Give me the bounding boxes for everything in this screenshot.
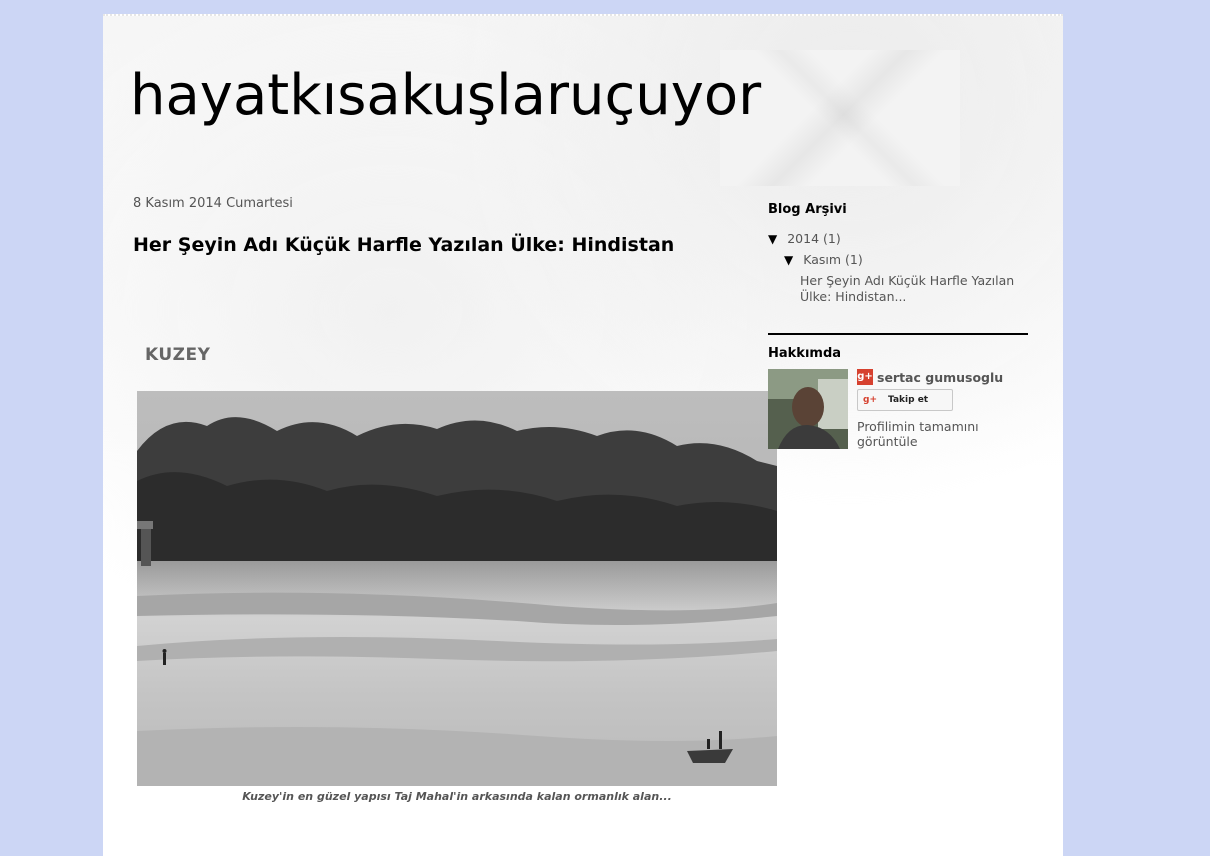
about-widget-title: Hakkımda: [768, 346, 842, 361]
photo-caption: Kuzey'in en güzel yapısı Taj Mahal'in ar…: [242, 790, 672, 803]
landscape-photo-illustration: [137, 391, 777, 786]
sidebar-divider: [768, 333, 1028, 335]
archive-widget-title: Blog Arşivi: [768, 202, 847, 217]
post-title[interactable]: Her Şeyin Adı Küçük Harfle Yazılan Ülke:…: [133, 232, 674, 258]
view-full-profile-link[interactable]: Profilimin tamamını görüntüle: [857, 419, 1017, 449]
archive-month-link[interactable]: Kasım: [803, 252, 841, 267]
post-photo[interactable]: [137, 391, 777, 786]
archive-month-item[interactable]: ▼ Kasım (1): [784, 252, 863, 267]
archive-month-count: (1): [845, 252, 863, 267]
archive-year-count: (1): [823, 231, 841, 246]
site-title[interactable]: hayatkısakuşlaruçuyor: [130, 60, 761, 132]
archive-year-link[interactable]: 2014: [787, 231, 819, 246]
collapse-toggle-icon[interactable]: ▼: [784, 253, 793, 267]
follow-button-label: Takip et: [888, 395, 929, 405]
profile-photo: [768, 369, 848, 449]
archive-post-link[interactable]: Her Şeyin Adı Küçük Harfle Yazılan Ülke:…: [800, 273, 1020, 305]
google-plus-icon: g+: [863, 395, 877, 405]
avatar[interactable]: [768, 369, 848, 449]
collapse-toggle-icon[interactable]: ▼: [768, 232, 777, 246]
post-date: 8 Kasım 2014 Cumartesi: [133, 196, 293, 211]
archive-year-item[interactable]: ▼ 2014 (1): [768, 231, 841, 246]
profile-name-label[interactable]: sertac gumusoglu: [877, 370, 1003, 385]
profile-name[interactable]: g+ sertac gumusoglu: [857, 369, 1003, 385]
section-heading: KUZEY: [145, 345, 211, 365]
follow-button[interactable]: g+ Takip et: [857, 389, 953, 411]
google-plus-icon[interactable]: g+: [857, 369, 873, 385]
